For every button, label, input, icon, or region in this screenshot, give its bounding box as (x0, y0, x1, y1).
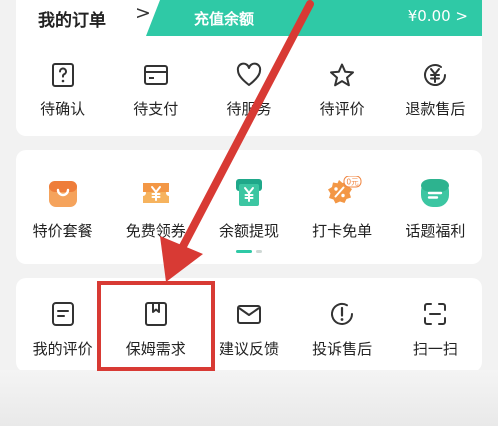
review-icon (51, 302, 74, 326)
orders-title[interactable]: 我的订单 (38, 6, 106, 31)
tool-my-reviews[interactable]: 我的评价 (16, 294, 109, 364)
promotions-row: 特价套餐 免费领券 余额提现 0元 打卡免单 话题福利 (16, 174, 482, 240)
discount-badge-icon: 0元 (328, 176, 362, 204)
heart-icon (236, 62, 262, 86)
balance-label: 充值余额 (194, 10, 255, 28)
card-icon (143, 65, 168, 85)
promo-checkin-free[interactable]: 0元 打卡免单 (296, 174, 389, 240)
promo-item-label: 打卡免单 (312, 222, 373, 240)
tool-feedback[interactable]: 建议反馈 (202, 294, 295, 364)
order-item-label: 待服务 (226, 100, 272, 118)
pager-dot-active (236, 250, 252, 253)
gift-bag-icon (48, 181, 77, 207)
mail-icon (236, 305, 261, 324)
yen-circle-icon (424, 64, 447, 86)
promo-balance-withdraw[interactable]: 余额提现 (202, 174, 295, 240)
promo-badge-text: 0元 (347, 178, 360, 187)
carousel-pager (236, 250, 262, 253)
order-refund-aftersale[interactable]: 退款售后 (389, 58, 482, 124)
tool-item-label: 我的评价 (32, 340, 93, 358)
balance-bar[interactable]: 充值余额 ¥0.00 > (146, 0, 482, 36)
coupon-icon (142, 183, 169, 203)
orders-card: 我的订单 > 充值余额 ¥0.00 > 待确认 待支付 待服务 待评价 退款售后 (16, 0, 482, 136)
promo-item-label: 话题福利 (405, 222, 466, 240)
pager-dot (256, 250, 262, 253)
tools-card: 我的评价 保姆需求 建议反馈 投诉售后 扫一扫 (16, 278, 482, 372)
tool-item-label: 建议反馈 (218, 340, 279, 358)
promo-item-label: 特价套餐 (32, 222, 93, 240)
promo-item-label: 余额提现 (218, 222, 279, 240)
order-item-label: 待评价 (319, 100, 365, 118)
alert-circle-icon (331, 302, 354, 325)
annotation-highlight-box (97, 281, 215, 371)
order-item-label: 待支付 (133, 100, 179, 118)
order-pending-payment[interactable]: 待支付 (109, 58, 202, 124)
orders-chevron-icon[interactable]: > (135, 2, 151, 24)
promotions-card: 特价套餐 免费领券 余额提现 0元 打卡免单 话题福利 (16, 150, 482, 264)
tool-scan[interactable]: 扫一扫 (389, 294, 482, 364)
order-status-row: 待确认 待支付 待服务 待评价 退款售后 (16, 58, 482, 124)
tool-complaint[interactable]: 投诉售后 (296, 294, 389, 364)
bottom-fade (0, 370, 498, 426)
order-item-label: 待确认 (40, 100, 86, 118)
promo-free-coupon[interactable]: 免费领券 (109, 174, 202, 240)
promo-topic-welfare[interactable]: 话题福利 (389, 174, 482, 240)
tool-item-label: 投诉售后 (312, 340, 373, 358)
tools-row: 我的评价 保姆需求 建议反馈 投诉售后 扫一扫 (16, 294, 482, 364)
balance-value: ¥0.00 > (407, 7, 468, 25)
order-item-label: 退款售后 (405, 100, 466, 118)
cash-out-icon (235, 179, 262, 206)
question-box-icon (51, 63, 74, 87)
tool-item-label: 扫一扫 (412, 340, 458, 358)
promo-item-label: 免费领券 (125, 222, 186, 240)
order-pending-review[interactable]: 待评价 (296, 58, 389, 124)
order-pending-service[interactable]: 待服务 (202, 58, 295, 124)
promo-special-package[interactable]: 特价套餐 (16, 174, 109, 240)
star-icon (330, 63, 355, 87)
order-pending-confirm[interactable]: 待确认 (16, 58, 109, 124)
scan-icon (424, 303, 447, 325)
chat-bubble-icon (421, 179, 450, 207)
orders-header: 我的订单 > 充值余额 ¥0.00 > (16, 0, 482, 40)
